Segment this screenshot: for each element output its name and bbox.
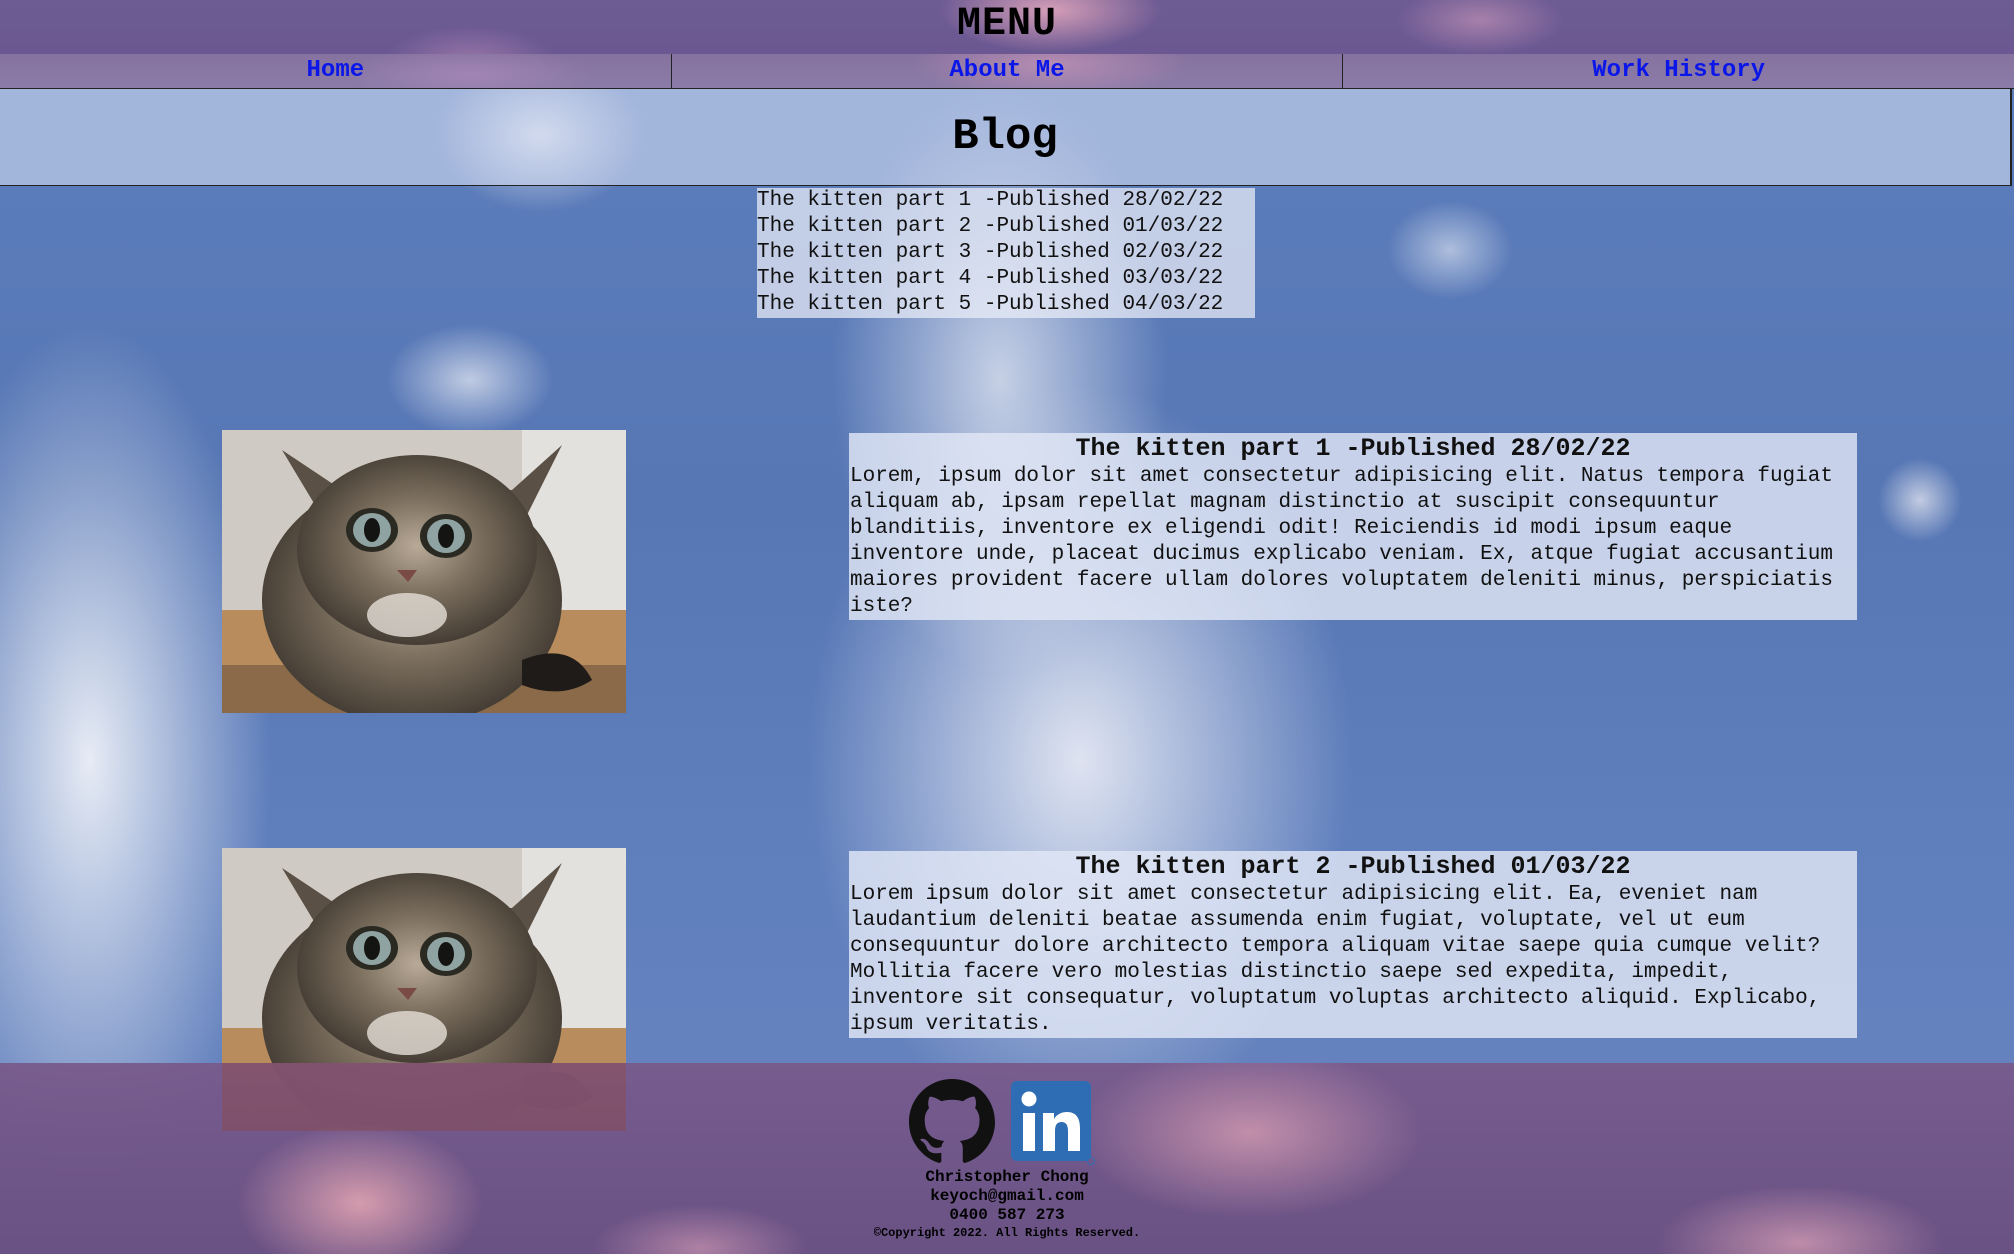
blog-post-2: The kitten part 2 -Published 01/03/22 Lo… [849,851,1857,1038]
nav-work-history-link[interactable]: Work History [1343,54,2014,88]
footer-phone: 0400 587 273 [949,1206,1065,1224]
nav-about-me-link[interactable]: About Me [672,54,1344,88]
post-index-item-2[interactable]: The kitten part 2 -Published 01/03/22 [757,214,1255,240]
footer-overlap-tint [222,1063,626,1131]
social-links [909,1079,1109,1165]
post-index-item-3[interactable]: The kitten part 3 -Published 02/03/22 [757,240,1255,266]
post-title: The kitten part 1 -Published 28/02/22 [1075,434,1631,463]
page-title: Blog [952,112,1058,162]
post-index-list: The kitten part 1 -Published 28/02/22 Th… [757,188,1255,318]
blog-header: Blog [0,89,2012,186]
footer-email: keyoch@gmail.com [930,1187,1084,1205]
kitten-photo [222,430,626,713]
linkedin-icon[interactable] [1009,1079,1095,1165]
post-title: The kitten part 2 -Published 01/03/22 [1075,852,1631,881]
github-icon[interactable] [909,1079,995,1165]
main-nav: Home About Me Work History [0,54,2014,89]
post-index-item-4[interactable]: The kitten part 4 -Published 03/03/22 [757,266,1255,292]
menu-title: MENU [956,2,1057,47]
footer-copyright: ©Copyright 2022. All Rights Reserved. [873,1226,1141,1240]
footer-name: Christopher Chong [925,1168,1089,1186]
post-body: Lorem, ipsum dolor sit amet consectetur … [850,465,1833,618]
blog-post-1: The kitten part 1 -Published 28/02/22 Lo… [849,433,1857,620]
post-index-item-1[interactable]: The kitten part 1 -Published 28/02/22 [757,188,1255,214]
post-body: Lorem ipsum dolor sit amet consectetur a… [850,883,1821,1036]
post-index-item-5[interactable]: The kitten part 5 -Published 04/03/22 [757,292,1255,318]
nav-home-link[interactable]: Home [0,54,672,88]
top-menu-bar: MENU [0,0,2014,55]
